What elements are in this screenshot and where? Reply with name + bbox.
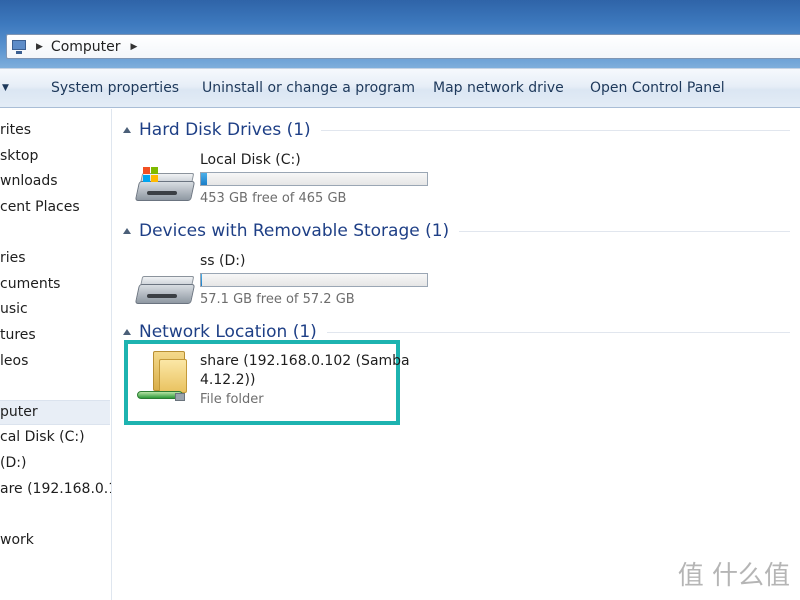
organize-dropdown-icon[interactable]: ▼ [2,83,9,93]
map-network-drive-button[interactable]: Map network drive [433,80,564,96]
nav-item-desktop[interactable]: sktop [0,148,38,164]
drive-free-space: 453 GB free of 465 GB [200,191,347,206]
system-properties-button[interactable]: System properties [51,80,179,96]
nav-item-videos[interactable]: leos [0,353,28,369]
group-title: Hard Disk Drives (1) [139,120,311,140]
hard-drive-icon [134,167,196,205]
address-bar[interactable]: ▶ Computer ▶ [6,34,800,59]
open-control-panel-button[interactable]: Open Control Panel [590,80,725,96]
divider [459,230,790,232]
breadcrumb-chevron-icon[interactable]: ▶ [131,42,138,52]
breadcrumb-computer[interactable]: Computer [51,39,121,55]
computer-icon [10,38,30,56]
nav-item-documents[interactable]: cuments [0,276,60,292]
group-header-hard-disk-drives[interactable]: Hard Disk Drives (1) [123,118,800,142]
group-title: Devices with Removable Storage (1) [139,221,450,241]
drive-name: Local Disk (C:) [200,152,301,168]
uninstall-program-button[interactable]: Uninstall or change a program [202,80,415,96]
network-folder-type: File folder [200,392,264,407]
drive-usage-bar [200,172,428,186]
nav-item-local-disk-c[interactable]: cal Disk (C:) [0,429,85,445]
nav-item-share[interactable]: are (192.168.0.102 [0,481,111,497]
drive-ss-d[interactable]: ss (D:) 57.1 GB free of 57.2 GB [134,252,435,312]
window-titlebar: ▶ Computer ▶ [0,0,800,68]
nav-item-music[interactable]: usic [0,301,28,317]
collapse-arrow-icon[interactable] [123,329,131,335]
removable-drive-icon [134,270,196,308]
nav-item-network[interactable]: work [0,532,34,548]
network-folder-name-line1: share (192.168.0.102 (Samba [200,353,410,369]
navigation-pane: rites sktop wnloads cent Places ries cum… [0,109,112,600]
network-folder-icon [135,349,195,409]
nav-item-drive-d[interactable]: (D:) [0,455,26,471]
drive-usage-fill [201,173,207,185]
nav-item-pictures[interactable]: tures [0,327,36,343]
group-title: Network Location (1) [139,322,317,342]
network-folder-name-line2: 4.12.2)) [200,372,256,388]
divider [320,129,790,131]
nav-item-libraries[interactable]: ries [0,250,26,266]
drive-usage-bar [200,273,428,287]
nav-item-computer[interactable]: puter [0,404,38,420]
drive-free-space: 57.1 GB free of 57.2 GB [200,292,355,307]
watermark: 值 什么值 [677,561,790,591]
command-toolbar: ▼ System properties Uninstall or change … [0,68,800,108]
network-folder-share[interactable]: share (192.168.0.102 (Samba 4.12.2)) Fil… [135,349,410,419]
nav-item-recent-places[interactable]: cent Places [0,199,80,215]
collapse-arrow-icon[interactable] [123,228,131,234]
nav-item-downloads[interactable]: wnloads [0,173,58,189]
nav-item-favorites[interactable]: rites [0,122,31,138]
drive-name: ss (D:) [200,253,246,269]
divider [326,331,790,333]
drive-local-disk-c[interactable]: Local Disk (C:) 453 GB free of 465 GB [134,151,435,211]
collapse-arrow-icon[interactable] [123,127,131,133]
group-header-removable-storage[interactable]: Devices with Removable Storage (1) [123,219,800,243]
drive-usage-fill [201,274,202,286]
windows-logo-icon [143,167,159,183]
breadcrumb-arrow-icon[interactable]: ▶ [36,42,43,52]
content-area: Hard Disk Drives (1) Local Disk (C:) 453… [113,109,800,600]
